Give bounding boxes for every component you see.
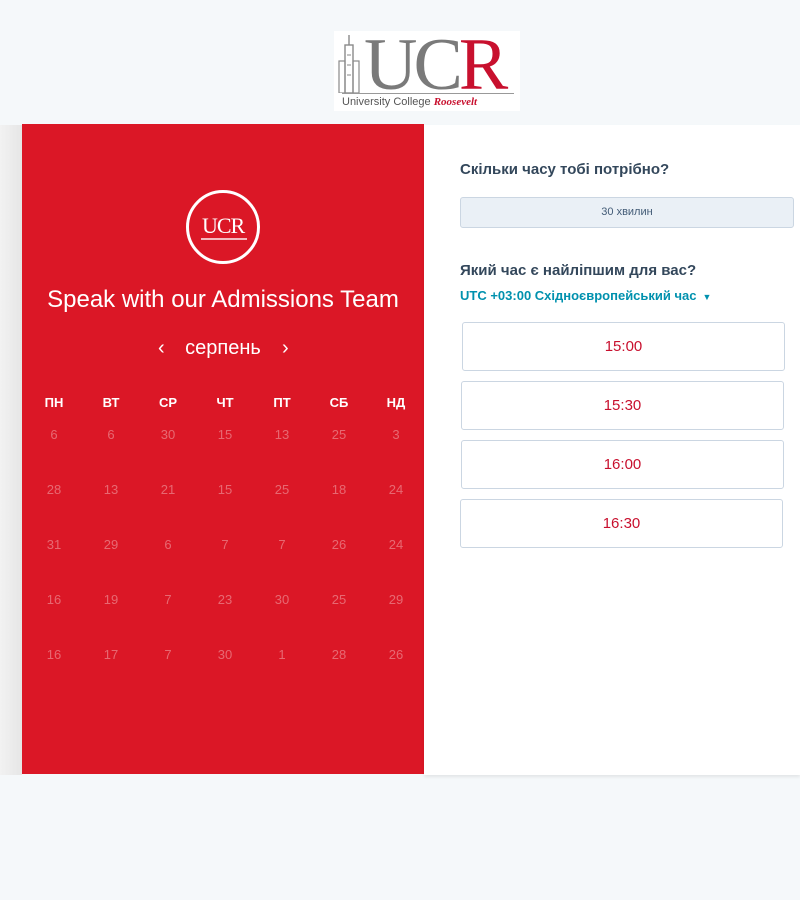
calendar-day: 30 — [274, 592, 290, 607]
calendar-day: 31 — [46, 537, 62, 552]
calendar-day: 7 — [164, 647, 172, 662]
calendar-day: 13 — [274, 427, 290, 442]
logo-subtitle: University College Roosevelt — [342, 96, 477, 108]
weekday-label: СБ — [329, 395, 349, 410]
ucr-logo: UCR University College Roosevelt — [334, 25, 520, 111]
weekday-label: ВТ — [102, 395, 120, 410]
calendar-day: 17 — [103, 647, 119, 662]
weekday-label: ПН — [44, 395, 64, 410]
time-slot-1[interactable]: 15:00 — [462, 322, 785, 371]
calendar-day: 6 — [107, 427, 115, 442]
time-slot-2[interactable]: 15:30 — [461, 381, 784, 430]
caret-down-icon: ▼ — [702, 291, 712, 302]
timezone-dropdown[interactable]: UTC +03:00 Східноєвропейський час ▼ — [460, 288, 711, 303]
calendar-day: 13 — [103, 482, 119, 497]
weekday-label: НД — [386, 395, 406, 410]
calendar-day: 30 — [217, 647, 233, 662]
calendar-day: 25 — [274, 482, 290, 497]
logo-rule — [342, 93, 514, 94]
calendar-day: 1 — [278, 647, 286, 662]
month-label: серпень — [185, 337, 261, 359]
calendar-day: 28 — [331, 647, 347, 662]
weekday-label: ПТ — [273, 395, 291, 410]
calendar-day: 18 — [331, 482, 347, 497]
badge-text: UCR — [202, 213, 245, 238]
calendar-day: 6 — [164, 537, 172, 552]
calendar-day: 25 — [331, 427, 347, 442]
calendar-day: 25 — [331, 592, 347, 607]
ucr-badge: UCR — [186, 190, 260, 264]
calendar-day: 26 — [331, 537, 347, 552]
timezone-label: UTC +03:00 Східноєвропейський час — [460, 288, 697, 303]
calendar-day: 24 — [388, 537, 404, 552]
calendar-day: 6 — [50, 427, 58, 442]
time-slot-3[interactable]: 16:00 — [461, 440, 784, 489]
booking-panel: Скільки часу тобі потрібно? 30 хвилин Як… — [424, 125, 800, 775]
calendar-day: 15 — [217, 427, 233, 442]
calendar-day: 21 — [160, 482, 176, 497]
calendar-day: 16 — [46, 592, 62, 607]
duration-question: Скільки часу тобі потрібно? — [460, 161, 670, 178]
calendar-day: 16 — [46, 647, 62, 662]
calendar-day: 19 — [103, 592, 119, 607]
time-slot-4[interactable]: 16:30 — [460, 499, 783, 548]
tower-icon — [338, 35, 360, 93]
calendar-day: 30 — [160, 427, 176, 442]
calendar-day: 7 — [278, 537, 286, 552]
calendar-day: 15 — [217, 482, 233, 497]
calendar-day: 28 — [46, 482, 62, 497]
panel-title: Speak with our Admissions Team — [47, 286, 399, 313]
chevron-right-icon[interactable]: › — [282, 336, 289, 360]
logo-subtitle-part1: University College — [342, 96, 434, 108]
calendar-panel: UCR Speak with our Admissions Team ‹ сер… — [22, 124, 424, 774]
calendar-day: 24 — [388, 482, 404, 497]
frame-shadow — [0, 125, 22, 775]
badge-rule — [201, 238, 247, 240]
time-question: Який час є найліпшим для вас? — [460, 262, 697, 279]
calendar-day: 26 — [388, 647, 404, 662]
duration-button[interactable]: 30 хвилин — [460, 197, 794, 228]
calendar-day: 23 — [217, 592, 233, 607]
logo-subtitle-part2: Roosevelt — [433, 96, 478, 108]
calendar-day: 7 — [221, 537, 229, 552]
month-nav: ‹ серпень › — [22, 336, 424, 362]
calendar-day: 29 — [103, 537, 119, 552]
calendar-day: 29 — [388, 592, 404, 607]
calendar-day: 7 — [164, 592, 172, 607]
weekday-label: СР — [158, 395, 178, 410]
calendar-day: 3 — [392, 427, 400, 442]
weekday-label: ЧТ — [216, 395, 234, 410]
